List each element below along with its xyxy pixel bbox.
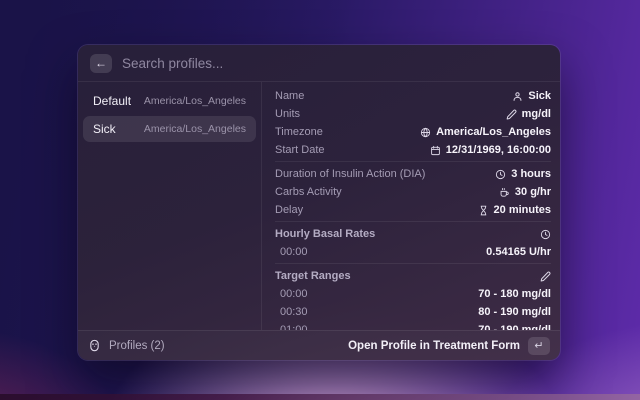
- search-bar: ←: [78, 45, 560, 82]
- section-title: Hourly Basal Rates: [275, 228, 375, 240]
- detail-row-timezone: Timezone America/Los_Angeles: [275, 123, 551, 141]
- basal-section-header: Hourly Basal Rates: [275, 225, 551, 243]
- section-divider: [275, 221, 551, 222]
- target-range-row: 00:30 80 - 190 mg/dl: [275, 303, 551, 321]
- target-value: 80 - 190 mg/dl: [478, 306, 551, 318]
- detail-row-carbs: Carbs Activity 30 g/hr: [275, 183, 551, 201]
- detail-value: 20 minutes: [494, 204, 551, 216]
- detail-value: mg/dl: [522, 108, 551, 120]
- detail-value: 12/31/1969, 16:00:00: [446, 144, 551, 156]
- back-arrow-icon: ←: [95, 57, 107, 69]
- search-input[interactable]: [122, 56, 548, 71]
- clock-icon: [540, 229, 551, 240]
- detail-value: Sick: [528, 90, 551, 102]
- target-time: 00:30: [275, 306, 308, 318]
- person-icon: [512, 91, 523, 102]
- detail-value: 30 g/hr: [515, 186, 551, 198]
- mug-icon: [499, 187, 510, 198]
- open-profile-action[interactable]: Open Profile in Treatment Form ↵: [348, 337, 550, 355]
- calendar-icon: [430, 145, 441, 156]
- profile-name: Sick: [93, 122, 116, 136]
- pencil-icon: [540, 271, 551, 282]
- section-divider: [275, 161, 551, 162]
- detail-label: Delay: [275, 204, 303, 216]
- detail-row-units: Units mg/dl: [275, 105, 551, 123]
- basal-rate-row: 00:00 0.54165 U/hr: [275, 243, 551, 261]
- detail-label: Start Date: [275, 144, 325, 156]
- pencil-icon: [506, 109, 517, 120]
- profile-name: Default: [93, 94, 131, 108]
- globe-icon: [420, 127, 431, 138]
- detail-label: Carbs Activity: [275, 186, 342, 198]
- action-label: Open Profile in Treatment Form: [348, 340, 520, 352]
- targets-section-header: Target Ranges: [275, 267, 551, 285]
- profile-detail-panel: Name Sick Units mg/dl Timezone America/L…: [262, 82, 560, 330]
- target-range-row: 01:00 70 - 190 mg/dl: [275, 321, 551, 330]
- profile-timezone: America/Los_Angeles: [144, 123, 246, 135]
- clock-icon: [495, 169, 506, 180]
- detail-label: Name: [275, 90, 304, 102]
- detail-label: Timezone: [275, 126, 323, 138]
- profile-list-item-default[interactable]: Default America/Los_Angeles: [83, 88, 256, 114]
- detail-value: 3 hours: [511, 168, 551, 180]
- section-title: Target Ranges: [275, 270, 351, 282]
- profile-timezone: America/Los_Angeles: [144, 95, 246, 107]
- owl-icon: [88, 339, 101, 352]
- detail-value: America/Los_Angeles: [436, 126, 551, 138]
- target-time: 00:00: [275, 288, 308, 300]
- app-window: ← Default America/Los_Angeles Sick Ameri…: [78, 45, 560, 360]
- detail-row-start-date: Start Date 12/31/1969, 16:00:00: [275, 141, 551, 159]
- basal-time: 00:00: [275, 246, 308, 258]
- profile-list-item-sick[interactable]: Sick America/Los_Angeles: [83, 116, 256, 142]
- status-label: Profiles (2): [109, 340, 165, 352]
- status-bar: Profiles (2) Open Profile in Treatment F…: [78, 330, 560, 360]
- detail-label: Units: [275, 108, 300, 120]
- enter-key-icon: ↵: [528, 337, 550, 355]
- detail-label: Duration of Insulin Action (DIA): [275, 168, 425, 180]
- detail-row-name: Name Sick: [275, 87, 551, 105]
- back-button[interactable]: ←: [90, 54, 112, 73]
- basal-value: 0.54165 U/hr: [486, 246, 551, 258]
- hourglass-icon: [478, 205, 489, 216]
- detail-row-delay: Delay 20 minutes: [275, 201, 551, 219]
- profile-list: Default America/Los_Angeles Sick America…: [78, 82, 262, 330]
- section-divider: [275, 263, 551, 264]
- content-area: Default America/Los_Angeles Sick America…: [78, 82, 560, 330]
- target-value: 70 - 180 mg/dl: [478, 288, 551, 300]
- detail-row-dia: Duration of Insulin Action (DIA) 3 hours: [275, 165, 551, 183]
- screen-bottom-edge: [0, 394, 640, 400]
- target-range-row: 00:00 70 - 180 mg/dl: [275, 285, 551, 303]
